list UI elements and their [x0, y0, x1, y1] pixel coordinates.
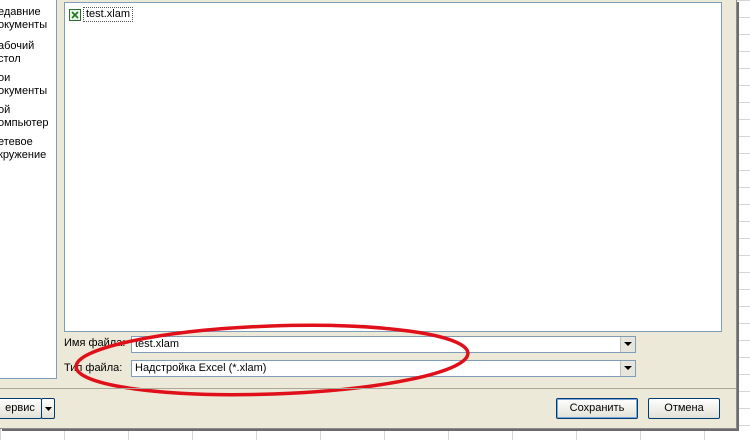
chevron-down-icon [624, 366, 632, 370]
file-name: test.xlam [83, 7, 134, 22]
filetype-value: Надстройка Excel (*.xlam) [135, 362, 267, 374]
file-list[interactable]: test.xlam [64, 2, 722, 332]
filename-label: Имя файла: [64, 337, 126, 349]
dialog-separator [0, 388, 736, 389]
place-recent-documents[interactable]: едавние окументы [0, 6, 56, 32]
places-bar: едавние окументы абочий стол ои окументы… [0, 0, 57, 379]
tools-dropdown-button[interactable] [41, 398, 55, 419]
chevron-down-icon [624, 342, 632, 346]
tools-button[interactable]: ервис [0, 398, 42, 419]
save-button[interactable]: Сохранить [556, 398, 638, 419]
chevron-down-icon [45, 407, 52, 411]
place-my-documents[interactable]: ои окументы [0, 72, 56, 98]
cancel-button[interactable]: Отмена [648, 398, 720, 419]
file-list-item[interactable]: test.xlam [69, 7, 134, 22]
save-as-dialog: едавние окументы абочий стол ои окументы… [0, 0, 737, 429]
place-desktop[interactable]: абочий стол [0, 40, 56, 66]
filename-value: test.xlam [135, 338, 180, 350]
place-network[interactable]: етевое кружение [0, 136, 56, 162]
filetype-select[interactable]: Надстройка Excel (*.xlam) [131, 360, 636, 377]
place-my-computer[interactable]: ой омпьютер [0, 104, 56, 130]
filename-field[interactable]: test.xlam [131, 336, 636, 353]
excel-addin-icon [69, 8, 81, 21]
filetype-dropdown-button[interactable] [620, 361, 635, 376]
save-button-label: Сохранить [569, 402, 625, 414]
filename-dropdown-button[interactable] [620, 337, 635, 352]
filetype-label: Тип файла: [64, 362, 123, 374]
